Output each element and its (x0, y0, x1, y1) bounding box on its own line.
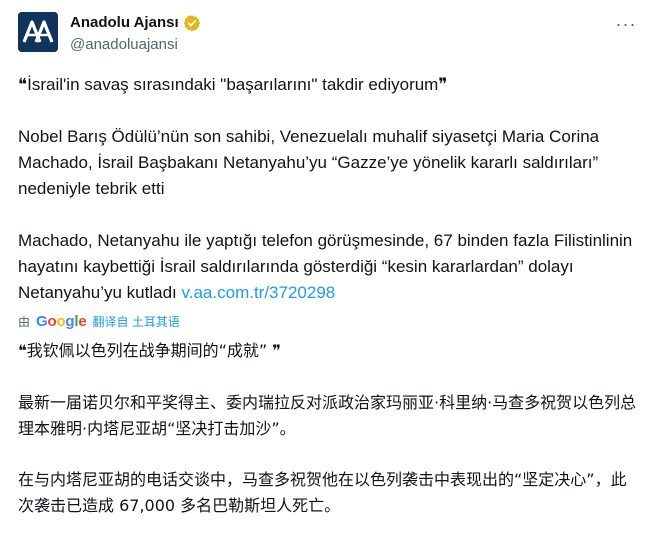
translation-attribution: 由 Google 翻译自 土耳其语 (18, 312, 180, 330)
verified-badge-icon (183, 14, 201, 32)
tweet-header: Anadolu Ajansı @anadoluajansi ··· (18, 10, 640, 58)
translated-paragraph-2: 最新一届诺贝尔和平奖得主、委内瑞拉反对派政治家玛丽亚·科里纳·马查多祝贺以色列总… (18, 393, 637, 438)
tweet-headline: ❝İsrail'in savaş sırasındaki "başarıları… (18, 75, 448, 94)
tweet-paragraph-2: Nobel Barış Ödülü’nün son sahibi, Venezu… (18, 127, 600, 198)
display-name[interactable]: Anadolu Ajansı (70, 13, 179, 33)
translate-source-link[interactable]: 翻译自 土耳其语 (93, 313, 180, 330)
google-logo: Google (36, 312, 87, 330)
translated-by-label: 由 (18, 314, 31, 329)
article-link[interactable]: v.aa.com.tr/3720298 (182, 283, 336, 302)
more-options-icon[interactable]: ··· (612, 12, 640, 36)
account-handle[interactable]: @anadoluajansi (70, 35, 178, 55)
name-row: Anadolu Ajansı (70, 13, 201, 33)
tweet-paragraph-3: Machado, Netanyahu ile yaptığı telefon g… (18, 228, 638, 306)
translated-headline: ❝我钦佩以色列在战争期间的“成就” ❞ (18, 341, 281, 360)
anadolu-logo-icon (18, 12, 58, 52)
translated-paragraph-3: 在与内塔尼亚胡的电话交谈中，马查多祝贺他在以色列袭击中表现出的“坚定决心”，此次… (18, 470, 627, 515)
avatar[interactable] (18, 12, 58, 52)
